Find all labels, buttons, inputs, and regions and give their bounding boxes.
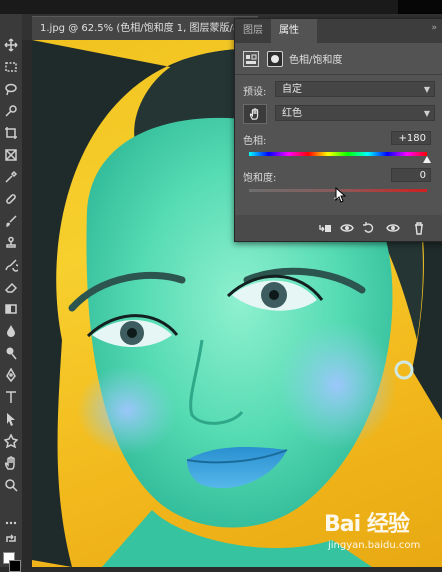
crop-icon[interactable]: [2, 124, 20, 142]
healing-icon[interactable]: [2, 190, 20, 208]
panel-collapse-icon[interactable]: »: [431, 23, 437, 33]
toolbox: [0, 14, 23, 572]
brush-icon[interactable]: [2, 212, 20, 230]
saturation-value-input[interactable]: 0: [391, 168, 431, 182]
title-bar: [0, 0, 442, 14]
chevron-down-icon: ▼: [423, 85, 430, 94]
move-icon[interactable]: [2, 36, 20, 54]
pen-icon[interactable]: [2, 366, 20, 384]
panel-tab-bar: 图层 属性 »: [235, 19, 442, 43]
watermark-url: jingyan.baidu.com: [328, 540, 421, 551]
eyedropper-icon[interactable]: [2, 168, 20, 186]
targeted-adjustment-hand-icon[interactable]: [243, 104, 267, 124]
reset-icon[interactable]: [361, 220, 377, 236]
shape-icon[interactable]: [2, 432, 20, 450]
properties-panel: 图层 属性 » 色相/饱和度 预设: 自定 ▼ 红色 ▼ 色相: +180 饱和…: [234, 18, 442, 242]
clip-to-layer-icon[interactable]: [317, 220, 333, 236]
tab-properties[interactable]: 属性: [271, 19, 317, 43]
dodge-icon[interactable]: [2, 344, 20, 362]
visibility-eye-icon[interactable]: [385, 220, 401, 236]
watermark-logo: Bai 经验: [324, 512, 410, 537]
history-brush-icon[interactable]: [2, 256, 20, 274]
channel-dropdown[interactable]: 红色 ▼: [275, 105, 435, 121]
path-select-icon[interactable]: [2, 410, 20, 428]
panel-footer: [235, 215, 442, 241]
stamp-icon[interactable]: [2, 234, 20, 252]
hue-label: 色相:: [243, 136, 267, 147]
view-previous-state-icon[interactable]: [339, 220, 355, 236]
hue-value-input[interactable]: +180: [391, 131, 431, 145]
blur-icon[interactable]: [2, 322, 20, 340]
trash-icon[interactable]: [411, 220, 427, 236]
layer-mask-icon[interactable]: [267, 51, 283, 67]
canvas-gutter: [22, 40, 32, 567]
marquee-icon[interactable]: [2, 58, 20, 76]
panel-divider: [235, 74, 442, 75]
hand-icon[interactable]: [2, 454, 20, 472]
hue-saturation-icon: [243, 51, 259, 67]
type-icon[interactable]: [2, 388, 20, 406]
baidu-watermark: Bai 经验 jingyan.baidu.com: [324, 506, 440, 562]
preset-label: 预设:: [243, 87, 267, 98]
eraser-icon[interactable]: [2, 278, 20, 296]
preset-dropdown[interactable]: 自定 ▼: [275, 81, 435, 97]
background-color-swatch[interactable]: [9, 560, 21, 572]
adjustment-title: 色相/饱和度: [289, 55, 343, 66]
chevron-down-icon: ▼: [423, 109, 430, 118]
hue-slider-track[interactable]: [249, 152, 427, 156]
document-tab[interactable]: 1.jpg @ 62.5% (色相/饱和度 1, 图层蒙版/8: [32, 16, 258, 41]
channel-value: 红色: [282, 108, 302, 119]
frame-icon[interactable]: [2, 146, 20, 164]
saturation-label: 饱和度:: [243, 173, 277, 184]
preset-value: 自定: [282, 84, 302, 95]
zoom-icon[interactable]: [2, 476, 20, 494]
lasso-icon[interactable]: [2, 80, 20, 98]
mouse-cursor-icon: [335, 186, 347, 207]
gradient-icon[interactable]: [2, 300, 20, 318]
quick-select-icon[interactable]: [2, 102, 20, 120]
swap-colors-icon[interactable]: [2, 530, 20, 548]
hue-slider-thumb[interactable]: [423, 156, 431, 163]
